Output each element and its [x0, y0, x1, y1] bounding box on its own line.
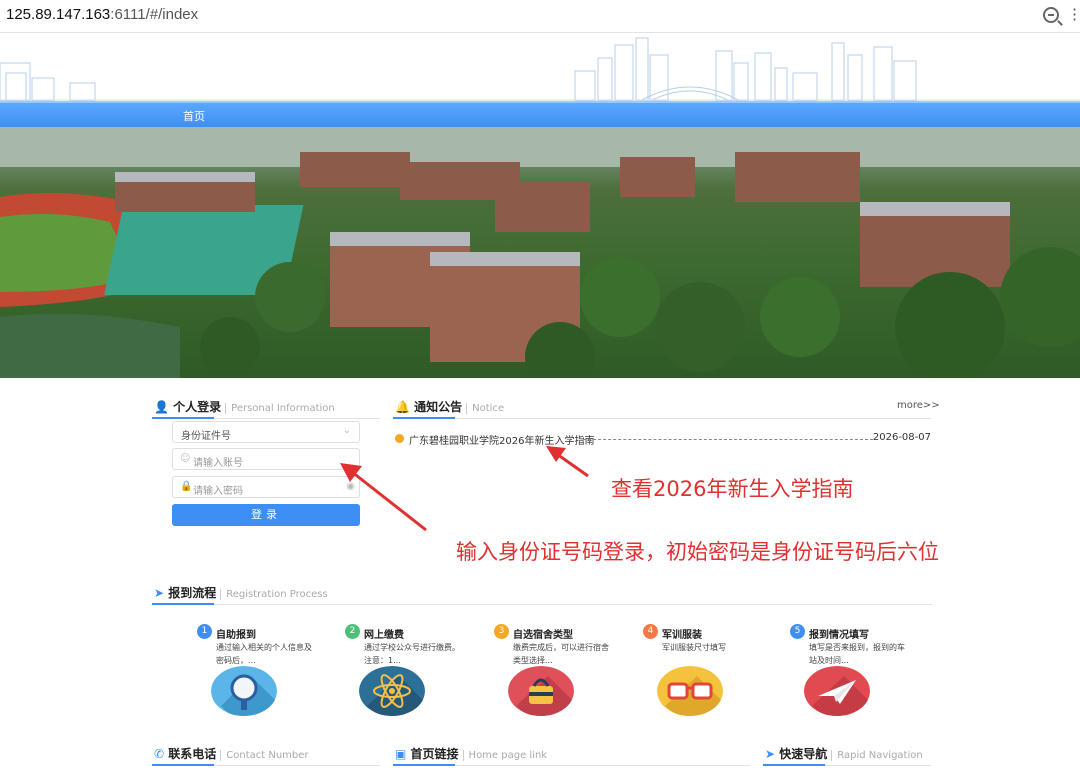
plane-icon: ➤	[154, 586, 165, 600]
links-section-title: ▣ 首页链接 Home page link	[395, 747, 548, 761]
process-section-divider	[152, 603, 932, 605]
atom-icon	[359, 666, 425, 716]
cube-icon: ▣	[395, 747, 407, 761]
annotation-notice-hint: 查看2026年新生入学指南	[611, 477, 854, 501]
quick-nav-section-title: ➤ 快速导航 Rapid Navigation	[765, 747, 923, 761]
process-section-title: ➤ 报到流程 Registration Process	[154, 586, 328, 600]
contact-section-title: ✆ 联系电话 Contact Number	[154, 747, 309, 761]
annotation-login-hint: 输入身份证号码登录，初始密码是身份证号码后六位	[456, 540, 939, 564]
glasses-icon	[657, 666, 723, 716]
bag-icon	[508, 666, 574, 716]
globe-icon	[211, 666, 277, 716]
paper-plane-icon	[804, 666, 870, 716]
navigation-icon: ➤	[765, 747, 776, 761]
phone-icon: ✆	[154, 747, 165, 761]
